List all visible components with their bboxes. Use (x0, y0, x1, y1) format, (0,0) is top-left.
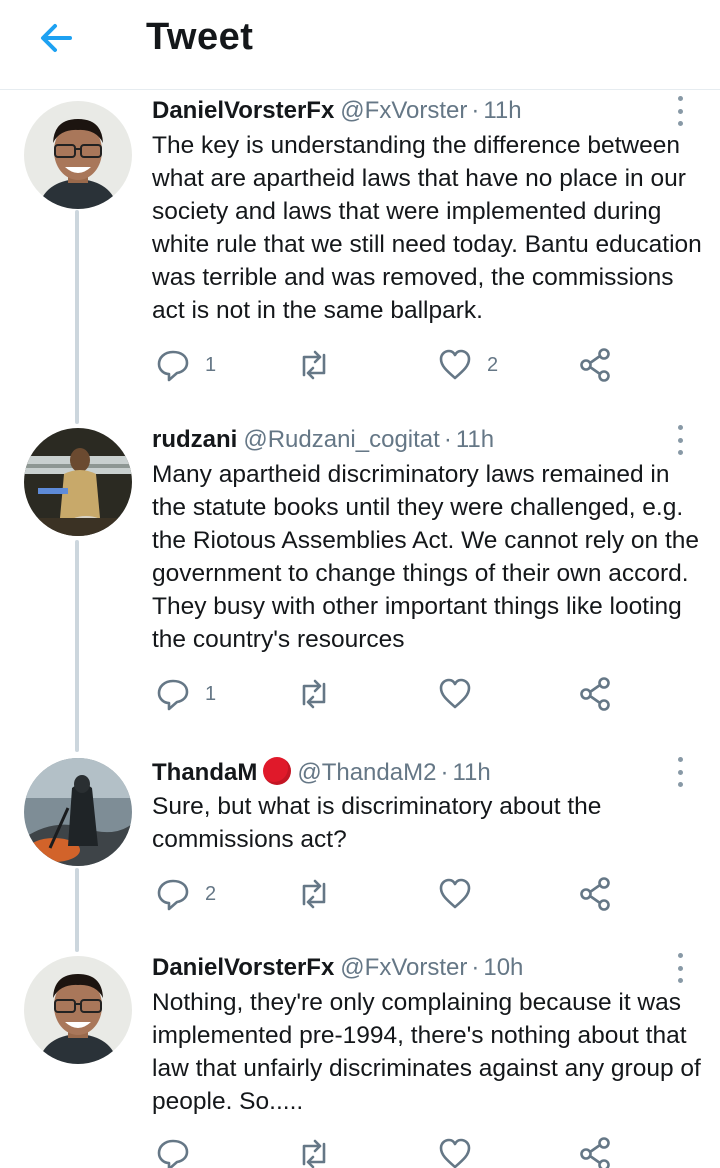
heart-icon (439, 349, 471, 380)
like-button[interactable] (437, 674, 487, 714)
share-button[interactable] (578, 345, 614, 385)
display-name[interactable]: rudzani (152, 426, 237, 453)
reply-icon (157, 350, 189, 382)
like-button[interactable]: 2 (437, 345, 498, 385)
reply-button[interactable]: 1 (155, 674, 216, 714)
retweet-icon (302, 879, 326, 909)
tweet-header: ThandaM @ThandaM2 · 11h (152, 757, 491, 787)
like-button[interactable] (437, 1134, 487, 1168)
tweet-text: The key is understanding the difference … (152, 132, 702, 324)
timestamp[interactable]: 11h (483, 97, 521, 124)
app-header: Tweet (0, 0, 720, 90)
display-name[interactable]: DanielVorsterFx (152, 97, 334, 124)
avatar[interactable] (24, 758, 132, 866)
retweet-button[interactable] (296, 674, 346, 714)
timestamp[interactable]: 11h (456, 426, 494, 453)
red-circle-badge-icon (263, 757, 292, 785)
reply-button[interactable]: 2 (155, 874, 216, 914)
reply-icon (157, 879, 189, 911)
reply-button[interactable] (155, 1134, 205, 1168)
timestamp[interactable]: 10h (483, 954, 523, 981)
avatar[interactable] (24, 428, 132, 536)
share-button[interactable] (578, 674, 614, 714)
tweet-text: Sure, but what is discriminatory about t… (152, 793, 602, 853)
heart-icon (439, 1138, 471, 1168)
share-icon (580, 877, 610, 911)
reply-count: 1 (205, 353, 217, 376)
tweet-actions: 2 (0, 874, 720, 914)
like-button[interactable] (437, 874, 487, 914)
reply-button[interactable]: 1 (155, 345, 216, 385)
separator-dot: · (471, 954, 480, 981)
retweet-button[interactable] (296, 874, 346, 914)
retweet-button[interactable] (296, 1134, 346, 1168)
tweet[interactable]: DanielVorsterFx @FxVorster · 10h Nothing, t… (0, 951, 720, 1168)
separator-dot: · (440, 759, 449, 786)
more-options-button[interactable] (666, 757, 694, 787)
tweet-actions: 1 2 (0, 345, 720, 385)
separator-dot: · (443, 426, 452, 453)
separator-dot: · (471, 97, 480, 124)
share-button[interactable] (578, 874, 614, 914)
tweet-actions (0, 1134, 720, 1168)
timestamp[interactable]: 11h (452, 759, 490, 786)
user-handle[interactable]: @FxVorster (340, 954, 467, 981)
share-button[interactable] (578, 1134, 614, 1168)
reply-icon (157, 1139, 189, 1168)
display-name[interactable]: DanielVorsterFx (152, 954, 334, 981)
avatar[interactable] (24, 956, 132, 1064)
tweet-header: rudzani @Rudzani_cogitat · 11h (152, 425, 494, 455)
tweet-header: DanielVorsterFx @FxVorster · 11h (152, 96, 522, 126)
tweet-text: Nothing, they're only complaining becaus… (152, 989, 701, 1115)
more-options-button[interactable] (666, 425, 694, 455)
reply-count: 1 (205, 682, 217, 705)
reply-count: 2 (205, 882, 217, 905)
share-icon (580, 348, 610, 382)
avatar[interactable] (24, 101, 132, 209)
back-button[interactable] (30, 14, 82, 62)
retweet-icon (302, 679, 326, 709)
retweet-icon (302, 1139, 326, 1168)
arrow-left-icon (41, 24, 72, 52)
tweet-actions: 1 (0, 674, 720, 714)
like-count: 2 (487, 353, 499, 376)
tweet-text: Many apartheid discriminatory laws remai… (152, 461, 700, 653)
more-vertical-icon (677, 425, 683, 430)
more-vertical-icon (677, 757, 683, 762)
user-handle[interactable]: @FxVorster (340, 97, 467, 124)
tweet[interactable]: DanielVorsterFx @FxVorster · 11h The key is… (0, 94, 720, 404)
user-handle[interactable]: @ThandaM2 (297, 759, 436, 786)
retweet-icon (302, 350, 326, 380)
tweet[interactable]: ThandaM @ThandaM2 · 11h Sure, but what is d… (0, 755, 720, 935)
more-vertical-icon (677, 96, 683, 101)
user-handle[interactable]: @Rudzani_cogitat (243, 426, 439, 453)
reply-icon (157, 679, 189, 711)
page-title: Tweet (146, 16, 254, 58)
tweet[interactable]: rudzani @Rudzani_cogitat · 11h Many aparthe… (0, 423, 720, 733)
more-options-button[interactable] (666, 96, 694, 126)
display-name[interactable]: ThandaM (152, 759, 257, 786)
retweet-button[interactable] (296, 345, 346, 385)
more-vertical-icon (677, 953, 683, 958)
heart-icon (439, 678, 471, 709)
more-options-button[interactable] (666, 953, 694, 983)
tweet-header: DanielVorsterFx @FxVorster · 10h (152, 953, 523, 983)
share-icon (580, 1137, 610, 1168)
heart-icon (439, 878, 471, 909)
share-icon (580, 677, 610, 711)
